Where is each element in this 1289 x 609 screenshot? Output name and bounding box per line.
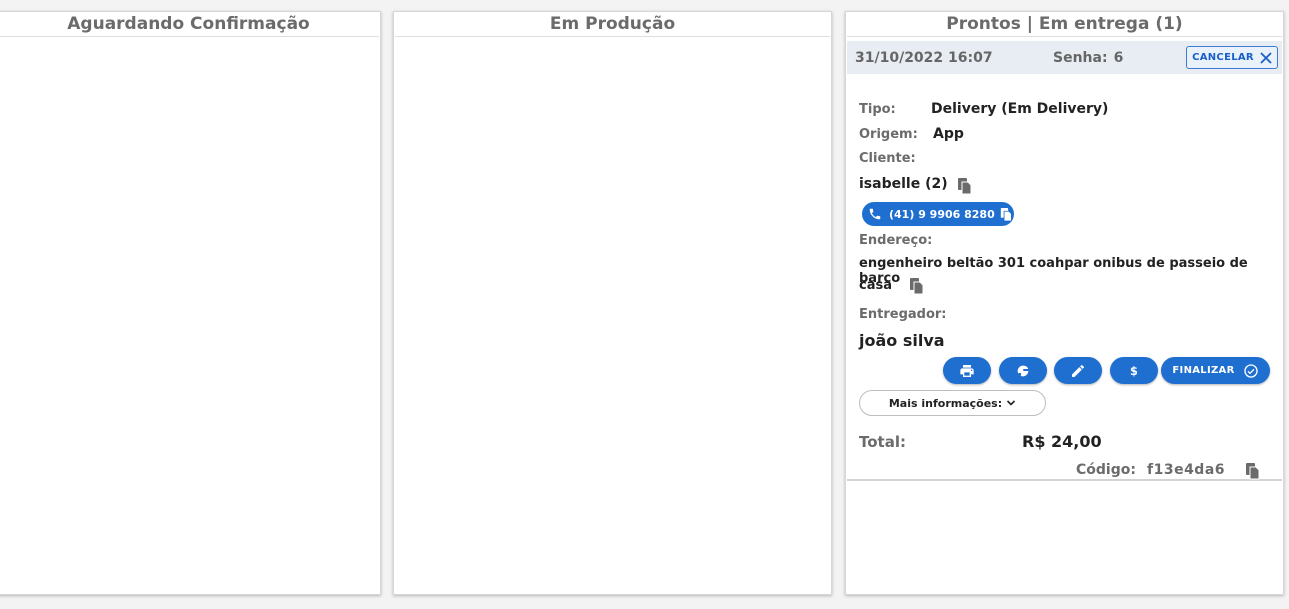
order-card: 31/10/2022 16:07 Senha: 6 CANCELAR Tipo: … bbox=[847, 41, 1282, 481]
edit-icon bbox=[1072, 364, 1084, 377]
column-title: Aguardando Confirmação bbox=[0, 12, 379, 37]
dollar-icon: $ bbox=[1130, 364, 1138, 378]
order-senha: Senha: 6 bbox=[1053, 50, 1123, 66]
mais-informacoes-button[interactable]: Mais informações: bbox=[859, 390, 1046, 416]
delivery-button[interactable] bbox=[999, 357, 1047, 384]
copy-icon[interactable] bbox=[1000, 207, 1013, 222]
tipo-label: Tipo: bbox=[859, 102, 896, 117]
column-title: Em Produção bbox=[395, 12, 830, 37]
print-icon bbox=[960, 364, 974, 377]
origem-label: Origem: bbox=[859, 127, 918, 142]
cliente-label: Cliente: bbox=[859, 151, 916, 166]
svg-text:$: $ bbox=[1130, 364, 1138, 378]
column-prontos-em-entrega: Prontos | Em entrega (1) 31/10/2022 16:0… bbox=[845, 11, 1284, 595]
senha-value: 6 bbox=[1113, 50, 1124, 66]
column-em-producao: Em Produção bbox=[393, 11, 832, 595]
phone-chip[interactable]: (41) 9 9906 8280 bbox=[862, 202, 1014, 226]
endereco-label: Endereço: bbox=[859, 233, 933, 248]
cancel-label: CANCELAR bbox=[1192, 52, 1254, 63]
cancel-button[interactable]: CANCELAR bbox=[1186, 46, 1278, 69]
total-label: Total: bbox=[859, 433, 906, 451]
copy-icon[interactable] bbox=[909, 277, 925, 295]
origem-value: App bbox=[933, 126, 964, 142]
copy-icon[interactable] bbox=[957, 177, 973, 195]
print-button[interactable] bbox=[943, 357, 991, 384]
copy-icon[interactable] bbox=[1245, 462, 1261, 480]
finalizar-label: FINALIZAR bbox=[1172, 365, 1235, 376]
entregador-value: joão silva bbox=[859, 331, 945, 350]
finalizar-button[interactable]: FINALIZAR bbox=[1161, 357, 1270, 384]
check-circle-icon bbox=[1243, 363, 1258, 378]
senha-label: Senha: bbox=[1053, 50, 1108, 66]
phone-icon bbox=[869, 208, 881, 220]
total-value: R$ 24,00 bbox=[1022, 432, 1102, 451]
order-card-header: 31/10/2022 16:07 Senha: 6 CANCELAR bbox=[847, 41, 1282, 74]
chevron-down-icon bbox=[1007, 400, 1016, 406]
cliente-value: isabelle (2) bbox=[859, 176, 948, 192]
codigo-value: f13e4da6 bbox=[1147, 462, 1226, 478]
tipo-value: Delivery (Em Delivery) bbox=[931, 101, 1109, 117]
payment-button[interactable]: $ bbox=[1110, 357, 1158, 384]
order-datetime: 31/10/2022 16:07 bbox=[855, 50, 993, 66]
moped-icon bbox=[1017, 365, 1029, 376]
column-title: Prontos | Em entrega (1) bbox=[847, 12, 1282, 37]
mais-informacoes-label: Mais informações: bbox=[888, 396, 1003, 410]
close-icon bbox=[1260, 51, 1272, 64]
phone-number: (41) 9 9906 8280 bbox=[889, 207, 995, 221]
endereco-line-2: casa bbox=[859, 278, 892, 293]
entregador-label: Entregador: bbox=[859, 307, 947, 322]
edit-button[interactable] bbox=[1054, 357, 1102, 384]
column-aguardando-confirmacao: Aguardando Confirmação bbox=[0, 11, 381, 595]
codigo-label: Código: bbox=[1076, 462, 1136, 478]
